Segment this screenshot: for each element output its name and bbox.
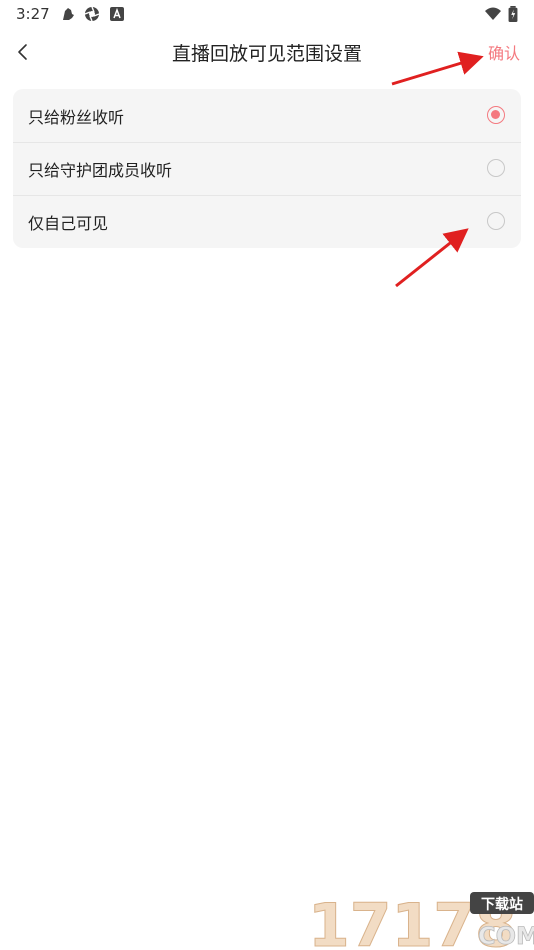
option-fans-only[interactable]: 只给粉丝收听 xyxy=(13,89,521,142)
status-time: 3:27 xyxy=(16,5,50,23)
option-label: 仅自己可见 xyxy=(28,214,109,233)
battery-charging-icon xyxy=(508,6,518,22)
page-title: 直播回放可见范围设置 xyxy=(171,43,362,65)
chevron-left-icon xyxy=(18,44,27,60)
confirm-button[interactable]: 确认 xyxy=(488,40,520,64)
header-bar: 直播回放可见范围设置 确认 xyxy=(0,30,534,74)
app-notification-icon xyxy=(63,8,74,20)
app-screen: 3:27 直播回放可见范围设置 确认 只给粉丝收听 只给守护团成员收听 仅自己可… xyxy=(0,0,534,950)
wifi-icon xyxy=(485,7,501,20)
radio-unselected[interactable] xyxy=(487,212,505,230)
option-label: 只给守护团成员收听 xyxy=(28,161,173,180)
watermark-logo: 17178 下载站 COM xyxy=(300,880,534,950)
status-bar: 3:27 xyxy=(0,0,534,30)
visibility-options-card: 只给粉丝收听 只给守护团成员收听 仅自己可见 xyxy=(13,89,521,248)
option-only-me[interactable]: 仅自己可见 xyxy=(13,195,521,248)
option-label: 只给粉丝收听 xyxy=(28,108,125,127)
radio-selected[interactable] xyxy=(487,106,505,124)
shutter-icon xyxy=(84,6,100,22)
watermark-domain: COM xyxy=(478,922,534,950)
back-button[interactable] xyxy=(8,36,38,68)
font-a-icon xyxy=(110,7,124,21)
option-guard-members-only[interactable]: 只给守护团成员收听 xyxy=(13,142,521,195)
radio-unselected[interactable] xyxy=(487,159,505,177)
watermark-badge: 下载站 xyxy=(481,896,523,913)
